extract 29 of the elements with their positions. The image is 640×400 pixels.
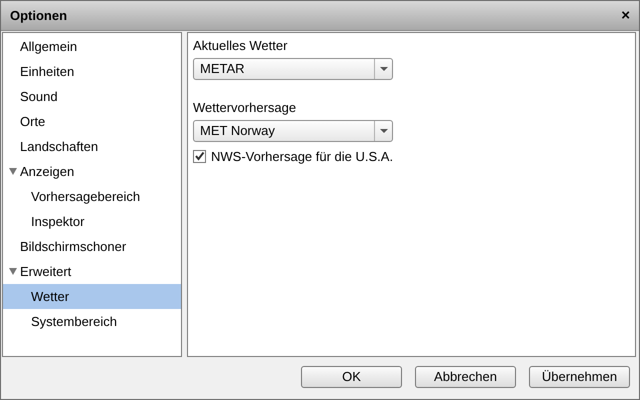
- sidebar-item[interactable]: Erweitert: [3, 259, 181, 284]
- sidebar-item[interactable]: Sound: [3, 84, 181, 109]
- caret-icon: [380, 129, 388, 133]
- sidebar-item[interactable]: Einheiten: [3, 59, 181, 84]
- sidebar-item[interactable]: Landschaften: [3, 134, 181, 159]
- sidebar-item[interactable]: Inspektor: [3, 209, 181, 234]
- dropdown[interactable]: MET Norway: [193, 120, 393, 142]
- checkbox[interactable]: [193, 150, 206, 164]
- sidebar-item[interactable]: Bildschirmschoner: [3, 234, 181, 259]
- dropdown[interactable]: METAR: [193, 58, 393, 80]
- sidebar-item[interactable]: Systembereich: [3, 309, 181, 334]
- window-title: Optionen: [10, 6, 68, 25]
- dialog-button[interactable]: Abbrechen: [415, 366, 516, 388]
- checkbox-label: NWS-Vorhersage für die U.S.A.: [211, 148, 394, 166]
- dialog-button[interactable]: OK: [301, 366, 402, 388]
- close-button[interactable]: ×: [621, 8, 630, 23]
- expand-triangle-icon[interactable]: [9, 268, 17, 275]
- sidebar-item[interactable]: Allgemein: [3, 34, 181, 59]
- sidebar-item[interactable]: Orte: [3, 109, 181, 134]
- expand-triangle-icon[interactable]: [9, 168, 17, 175]
- dropdown-value: MET Norway: [199, 122, 276, 140]
- dialog-button[interactable]: Übernehmen: [529, 366, 630, 388]
- dropdown-value: METAR: [199, 60, 246, 78]
- sidebar-item[interactable]: Wetter: [3, 284, 181, 309]
- sidebar-item[interactable]: Vorhersagebereich: [3, 184, 181, 209]
- field-label: Wettervorhersage: [193, 99, 298, 117]
- caret-icon: [380, 67, 388, 71]
- sidebar-item[interactable]: Anzeigen: [3, 159, 181, 184]
- field-label: Aktuelles Wetter: [193, 37, 288, 55]
